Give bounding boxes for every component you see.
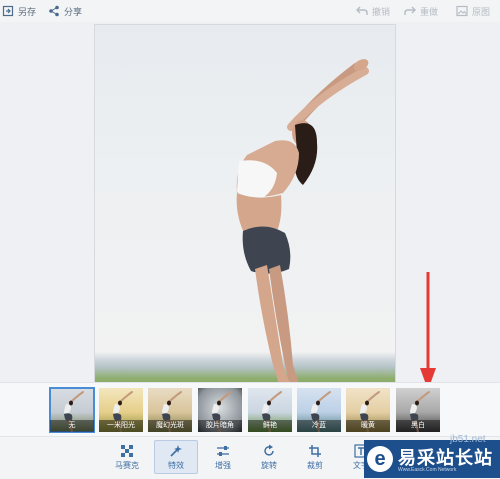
site-watermark-logo: jb51.net e 易采站长站 Www.Easck.Com Network <box>364 434 500 478</box>
undo-label: 撤销 <box>372 6 391 17</box>
undo-button[interactable]: 撤销 <box>356 4 390 18</box>
watermark-e-logo: e <box>367 446 393 472</box>
filter-thumbnail[interactable]: 暖黄 <box>346 388 390 432</box>
filter-thumbnail[interactable]: 黑白 <box>396 388 440 432</box>
filter-label: 无 <box>50 420 94 432</box>
rotate-icon <box>262 444 276 458</box>
effects-label: 特效 <box>168 461 184 470</box>
sliders-icon <box>216 444 230 458</box>
enhance-label: 增强 <box>215 461 231 470</box>
filter-label: 冷蓝 <box>297 420 341 432</box>
enhance-tool-button[interactable]: 增强 <box>202 441 244 473</box>
mosaic-icon <box>120 444 134 458</box>
filter-strip: 无一米阳光 魔幻光斑 胶片暗角 鲜艳 冷蓝 暖黄 黑白 <box>0 382 500 437</box>
crop-tool-button[interactable]: 裁剪 <box>294 441 336 473</box>
crop-icon <box>308 444 322 458</box>
magic-wand-icon <box>169 444 183 458</box>
effects-tool-button[interactable]: 特效 <box>154 440 198 474</box>
filter-thumbnail[interactable]: 无 <box>49 387 95 433</box>
filter-label: 黑白 <box>396 420 440 432</box>
redo-button[interactable]: 重做 <box>404 4 438 18</box>
share-icon <box>48 5 60 17</box>
filter-label: 胶片暗角 <box>198 420 242 432</box>
mosaic-label: 马赛克 <box>115 461 139 470</box>
save-as-button[interactable]: 另存 <box>2 4 36 18</box>
watermark-subtitle: Www.Easck.Com Network <box>398 467 457 473</box>
mosaic-tool-button[interactable]: 马赛克 <box>106 441 148 473</box>
redo-icon <box>404 5 416 17</box>
filter-label: 魔幻光斑 <box>148 420 192 432</box>
filter-thumbnail[interactable]: 鲜艳 <box>248 388 292 432</box>
red-arrow-indicator <box>420 272 436 390</box>
save-as-label: 另存 <box>18 6 37 17</box>
rotate-tool-button[interactable]: 旋转 <box>248 441 290 473</box>
rotate-label: 旋转 <box>261 461 277 470</box>
filter-label: 鲜艳 <box>248 420 292 432</box>
filter-label: 一米阳光 <box>99 420 143 432</box>
top-toolbar: 另存 分享 撤销 重做 原图 <box>0 0 500 23</box>
yoga-woman-figure <box>236 59 369 397</box>
filter-thumbnail[interactable]: 魔幻光斑 <box>148 388 192 432</box>
image-icon <box>456 5 468 17</box>
filter-thumbnail[interactable]: 一米阳光 <box>99 388 143 432</box>
crop-label: 裁剪 <box>307 461 323 470</box>
filter-label: 暖黄 <box>346 420 390 432</box>
original-image-button[interactable]: 原图 <box>456 4 490 18</box>
share-button[interactable]: 分享 <box>48 4 82 18</box>
save-as-icon <box>2 5 14 17</box>
filter-thumbnail[interactable]: 胶片暗角 <box>198 388 242 432</box>
undo-icon <box>356 5 368 17</box>
share-label: 分享 <box>64 6 83 17</box>
redo-label: 重做 <box>420 6 439 17</box>
original-image-label: 原图 <box>472 6 491 17</box>
filter-thumbnail[interactable]: 冷蓝 <box>297 388 341 432</box>
photo-preview[interactable] <box>95 25 395 405</box>
